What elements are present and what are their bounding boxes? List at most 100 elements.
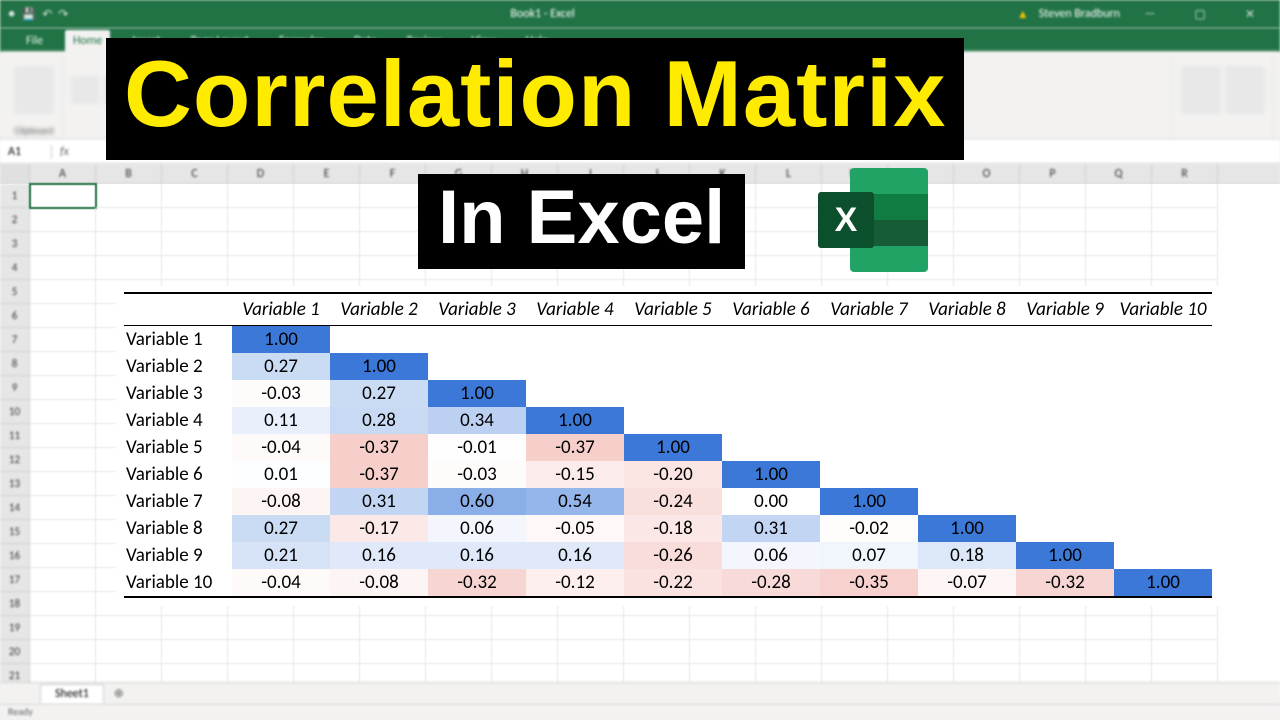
- cell[interactable]: [954, 232, 1020, 256]
- cell[interactable]: [822, 616, 888, 640]
- row-header[interactable]: 14: [0, 496, 29, 520]
- cell[interactable]: [30, 496, 96, 520]
- cell[interactable]: [756, 232, 822, 256]
- cell[interactable]: [162, 256, 228, 280]
- cell[interactable]: [360, 208, 426, 232]
- cell[interactable]: [756, 256, 822, 280]
- cell[interactable]: [624, 616, 690, 640]
- cell[interactable]: [162, 184, 228, 208]
- cell[interactable]: [228, 256, 294, 280]
- cell[interactable]: [756, 208, 822, 232]
- cell[interactable]: [1020, 616, 1086, 640]
- row-header[interactable]: 11: [0, 424, 29, 448]
- row-header[interactable]: 15: [0, 520, 29, 544]
- cell[interactable]: [756, 640, 822, 664]
- row-header[interactable]: 8: [0, 352, 29, 376]
- cell[interactable]: [492, 640, 558, 664]
- cell[interactable]: [30, 424, 96, 448]
- column-header[interactable]: F: [360, 164, 426, 183]
- row-header[interactable]: 9: [0, 376, 29, 400]
- find-select-button[interactable]: [1225, 66, 1265, 114]
- cell[interactable]: [1020, 640, 1086, 664]
- cell[interactable]: [558, 640, 624, 664]
- column-header[interactable]: Q: [1086, 164, 1152, 183]
- cell[interactable]: [954, 208, 1020, 232]
- cell[interactable]: [360, 232, 426, 256]
- cell[interactable]: [96, 208, 162, 232]
- cell[interactable]: [30, 208, 96, 232]
- name-box[interactable]: A1: [0, 145, 52, 159]
- cell[interactable]: [96, 616, 162, 640]
- ribbon-tab-home[interactable]: Home: [65, 30, 110, 52]
- maximize-button[interactable]: ▢: [1180, 7, 1220, 22]
- cell[interactable]: [1086, 616, 1152, 640]
- select-all-corner[interactable]: [0, 164, 30, 183]
- close-button[interactable]: ✕: [1230, 7, 1270, 22]
- cell[interactable]: [756, 184, 822, 208]
- cell[interactable]: [1152, 184, 1218, 208]
- cell[interactable]: [1020, 232, 1086, 256]
- cell[interactable]: [360, 640, 426, 664]
- cell[interactable]: [294, 616, 360, 640]
- row-header[interactable]: 17: [0, 568, 29, 592]
- cell[interactable]: [690, 640, 756, 664]
- cell[interactable]: [96, 640, 162, 664]
- cell[interactable]: [30, 352, 96, 376]
- cell[interactable]: [1020, 184, 1086, 208]
- cell[interactable]: [96, 184, 162, 208]
- row-header[interactable]: 13: [0, 472, 29, 496]
- row-header[interactable]: 12: [0, 448, 29, 472]
- cell[interactable]: [96, 232, 162, 256]
- sheet-tab-1[interactable]: Sheet1: [40, 684, 104, 703]
- cell[interactable]: [1152, 640, 1218, 664]
- cell[interactable]: [228, 640, 294, 664]
- cell[interactable]: [1152, 208, 1218, 232]
- column-header[interactable]: E: [294, 164, 360, 183]
- cell[interactable]: [162, 232, 228, 256]
- fx-icon[interactable]: fx: [52, 145, 77, 159]
- row-header[interactable]: 19: [0, 616, 29, 640]
- cell[interactable]: [30, 376, 96, 400]
- cell[interactable]: [30, 472, 96, 496]
- cell[interactable]: [294, 208, 360, 232]
- cell[interactable]: [30, 304, 96, 328]
- cell[interactable]: [954, 616, 1020, 640]
- cell[interactable]: [1152, 232, 1218, 256]
- column-header[interactable]: L: [756, 164, 822, 183]
- cell[interactable]: [954, 640, 1020, 664]
- row-header[interactable]: 16: [0, 544, 29, 568]
- cell[interactable]: [1152, 616, 1218, 640]
- column-header[interactable]: R: [1152, 164, 1218, 183]
- row-header[interactable]: 18: [0, 592, 29, 616]
- column-header[interactable]: O: [954, 164, 1020, 183]
- cell[interactable]: [30, 520, 96, 544]
- cell[interactable]: [294, 640, 360, 664]
- add-sheet-button[interactable]: ⊕: [104, 686, 124, 701]
- cell[interactable]: [162, 616, 228, 640]
- cell[interactable]: [30, 328, 96, 352]
- cell[interactable]: [1152, 256, 1218, 280]
- minimize-button[interactable]: —: [1130, 7, 1170, 21]
- cell[interactable]: [426, 616, 492, 640]
- row-header[interactable]: 2: [0, 208, 29, 232]
- cell[interactable]: [30, 256, 96, 280]
- column-header[interactable]: D: [228, 164, 294, 183]
- row-header[interactable]: 20: [0, 640, 29, 664]
- row-header[interactable]: 1: [0, 184, 29, 208]
- cell[interactable]: [888, 640, 954, 664]
- cell[interactable]: [30, 448, 96, 472]
- column-header[interactable]: C: [162, 164, 228, 183]
- cell[interactable]: [228, 208, 294, 232]
- cell[interactable]: [30, 592, 96, 616]
- cell[interactable]: [294, 184, 360, 208]
- cell[interactable]: [30, 232, 96, 256]
- cell[interactable]: [954, 184, 1020, 208]
- cell[interactable]: [30, 400, 96, 424]
- cell[interactable]: [30, 640, 96, 664]
- cell[interactable]: [1020, 208, 1086, 232]
- cell[interactable]: [1086, 640, 1152, 664]
- cell[interactable]: [492, 616, 558, 640]
- row-header[interactable]: 5: [0, 280, 29, 304]
- column-header[interactable]: B: [96, 164, 162, 183]
- cell[interactable]: [690, 616, 756, 640]
